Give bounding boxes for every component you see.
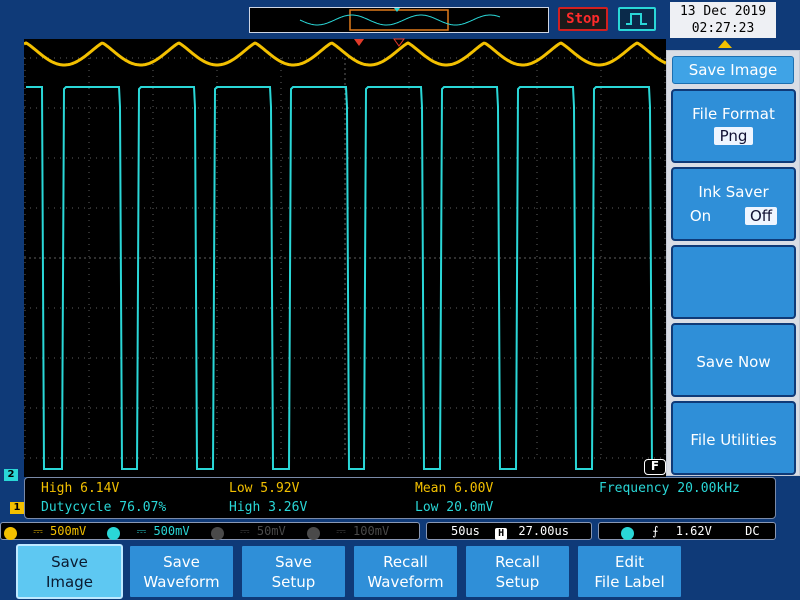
file-format-button[interactable]: File Format Png <box>671 89 796 163</box>
delay-marker <box>393 38 405 47</box>
meas-ch1-mean: 1 Mean 6.00V <box>401 481 493 497</box>
time: 02:27:23 <box>691 21 755 36</box>
trigger-mode-button[interactable] <box>618 7 656 31</box>
file-format-label: File Format <box>692 105 775 123</box>
ch2-badge: 2 <box>27 503 40 516</box>
side-menu: Save Image File Format Png Ink Saver On … <box>666 50 800 476</box>
timebase-box[interactable]: 50us H 27.00us <box>426 522 592 540</box>
top-bar: Stop 13 Dec 2019 02:27:23 <box>0 0 800 40</box>
softkey-line2: Setup <box>495 573 540 591</box>
ink-saver-on: On <box>689 207 712 225</box>
overview-wave <box>299 14 501 26</box>
meas-ch2-low: 2 Low 20.0mV <box>401 500 493 516</box>
meas-ch2-high-text: High 3.26V <box>229 500 308 515</box>
softkey-line2: Waveform <box>367 573 444 591</box>
pulse-icon <box>626 13 647 25</box>
trigger-position-marker <box>354 39 364 46</box>
ch2-badge: 2 <box>585 484 598 497</box>
file-format-value: Png <box>713 127 754 145</box>
status-bar: 1 ⎓ 500mV 2 ⎓ 500mV 3 ⎓ 50mV 4 ⎓ 100mV 5… <box>0 520 800 542</box>
measurement-panel: 1 High 6.14V 1 Low 5.92V 1 Mean 6.00V 2 Freq… <box>24 477 776 519</box>
overview-window <box>349 9 449 31</box>
ch3-coupling: ⎓ <box>240 524 250 538</box>
ch3-status-badge: 3 <box>210 527 224 540</box>
save-setup-softkey[interactable]: Save Setup <box>240 544 347 599</box>
meas-ch2-frequency-text: Frequency 20.00kHz <box>599 481 740 496</box>
edit-file-label-softkey[interactable]: Edit File Label <box>576 544 683 599</box>
ch1-scale[interactable]: 500mV <box>50 524 86 538</box>
meas-ch1-high-text: High 6.14V <box>41 481 120 496</box>
ch1-badge: 1 <box>27 484 40 497</box>
ch2-badge: 2 <box>215 503 228 516</box>
recall-waveform-softkey[interactable]: Recall Waveform <box>352 544 459 599</box>
meas-ch2-low-text: Low 20.0mV <box>415 500 494 515</box>
meas-ch2-high: 2 High 3.26V <box>215 500 307 516</box>
softkey-line2: File Label <box>594 573 665 591</box>
ink-saver-label: Ink Saver <box>698 183 769 201</box>
softkey-line1: Save <box>51 553 88 571</box>
trigger-box[interactable]: 2 ⨍ 1.62V DC <box>598 522 776 540</box>
ink-saver-off: Off <box>744 207 778 225</box>
file-utilities-button[interactable]: File Utilities <box>671 401 796 475</box>
ch1-waveform <box>24 41 666 67</box>
ch2-waveform <box>26 86 666 470</box>
ch4-scale[interactable]: 100mV <box>353 524 389 538</box>
ch2-badge: 2 <box>401 503 414 516</box>
trigger-level: 1.62V <box>675 524 712 538</box>
ch2-coupling: ⎓ <box>136 524 147 538</box>
ch4-coupling: ⎓ <box>336 524 346 538</box>
ch1-level-marker <box>718 40 732 48</box>
waveform-display[interactable]: F <box>24 39 666 477</box>
side-blank-button[interactable] <box>671 245 796 319</box>
filter-badge: F <box>644 459 666 475</box>
softkey-line1: Recall <box>383 553 428 571</box>
waveform-overview[interactable] <box>249 7 549 33</box>
softkey-line1: Save <box>163 553 200 571</box>
meas-ch2-frequency: 2 Frequency 20.00kHz <box>585 481 740 497</box>
run-stop-button[interactable]: Stop <box>558 7 608 31</box>
save-now-button[interactable]: Save Now <box>671 323 796 397</box>
meas-ch2-dutycycle-text: Dutycycle 76.07% <box>41 500 167 515</box>
timebase: 50us <box>451 524 480 538</box>
ch2-scale[interactable]: 500mV <box>153 524 189 538</box>
ch4-status-badge: 4 <box>307 527 320 540</box>
meas-ch1-mean-text: Mean 6.00V <box>415 481 494 496</box>
ch3-scale[interactable]: 50mV <box>257 524 286 538</box>
channel-scales: 1 ⎓ 500mV 2 ⎓ 500mV 3 ⎓ 50mV 4 ⎓ 100mV <box>0 522 420 540</box>
trigger-source-badge: 2 <box>621 527 634 540</box>
ch1-badge: 1 <box>401 484 414 497</box>
side-menu-title: Save Image <box>672 56 794 84</box>
ink-saver-button[interactable]: Ink Saver On Off <box>671 167 796 241</box>
ch1-ground-marker[interactable]: 1 <box>10 502 24 514</box>
meas-ch1-high: 1 High 6.14V <box>27 481 119 497</box>
ch2-status-badge: 2 <box>107 527 121 540</box>
overview-trace <box>299 8 501 31</box>
date: 13 Dec 2019 <box>679 4 767 19</box>
horizontal-position-icon: H <box>495 528 508 540</box>
softkey-line1: Save <box>275 553 312 571</box>
trigger-slope-icon: ⨍ <box>652 524 659 538</box>
softkey-line2: Waveform <box>143 573 220 591</box>
ch1-status-badge: 1 <box>4 527 17 540</box>
trigger-position-markers <box>354 38 405 47</box>
softkey-line2: Setup <box>271 573 316 591</box>
softkey-line1: Edit <box>614 553 645 571</box>
save-image-softkey[interactable]: Save Image <box>16 544 123 599</box>
meas-ch1-low: 1 Low 5.92V <box>215 481 299 497</box>
ch2-ground-marker[interactable]: 2 <box>4 469 18 481</box>
ch1-coupling: ⎓ <box>33 524 43 538</box>
trigger-coupling: DC <box>745 524 760 538</box>
meas-ch2-dutycycle: 2 Dutycycle 76.07% <box>27 500 166 516</box>
date-time: 13 Dec 2019 02:27:23 <box>670 2 776 38</box>
graticule <box>24 41 666 470</box>
meas-ch1-low-text: Low 5.92V <box>229 481 300 496</box>
ch1-badge: 1 <box>215 484 228 497</box>
recall-setup-softkey[interactable]: Recall Setup <box>464 544 571 599</box>
softkey-line1: Recall <box>495 553 540 571</box>
horizontal-position: 27.00us <box>518 524 569 538</box>
save-waveform-softkey[interactable]: Save Waveform <box>128 544 235 599</box>
softkey-line2: Image <box>46 573 93 591</box>
